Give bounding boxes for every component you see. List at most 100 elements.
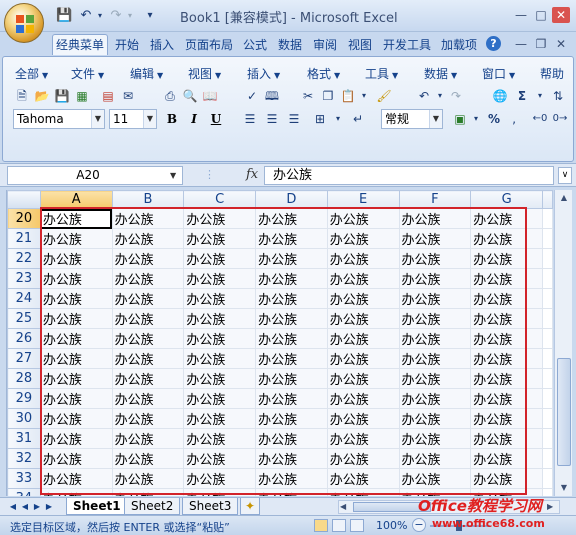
scroll-left-icon[interactable]: ◀ (340, 501, 346, 513)
column-header[interactable]: F (398, 190, 472, 209)
scroll-right-icon[interactable]: ▶ (547, 501, 553, 513)
cell[interactable]: 办公族 (39, 348, 113, 369)
menu-all[interactable]: 全部 ▼ (15, 65, 48, 82)
cell[interactable]: 办公族 (39, 268, 113, 289)
cell[interactable]: 办公族 (326, 228, 400, 249)
cell[interactable]: 办公族 (326, 288, 400, 309)
select-all-button[interactable] (7, 190, 41, 209)
cell[interactable]: 办公族 (183, 408, 257, 429)
last-sheet-icon[interactable]: ▶ (44, 500, 54, 514)
cell[interactable]: 办公族 (398, 428, 472, 449)
cell[interactable]: 办公族 (255, 468, 328, 489)
cell[interactable]: 办公族 (183, 208, 257, 229)
cell[interactable]: 办公族 (183, 488, 257, 496)
cell[interactable]: 办公族 (111, 428, 185, 449)
cell[interactable]: 办公族 (39, 288, 113, 309)
cell[interactable]: 办公族 (398, 288, 472, 309)
cell[interactable]: 办公族 (326, 488, 400, 496)
normal-view-button[interactable] (314, 519, 328, 532)
cell[interactable]: 办公族 (470, 208, 543, 229)
cell[interactable]: 办公族 (470, 328, 543, 349)
cell[interactable] (542, 488, 553, 496)
column-header[interactable]: B (111, 190, 185, 209)
cell[interactable]: 办公族 (255, 248, 328, 269)
cell[interactable]: 办公族 (111, 408, 185, 429)
cell[interactable] (542, 328, 553, 349)
expand-formula-icon[interactable]: ∨ (558, 167, 572, 184)
cell[interactable]: 办公族 (183, 448, 257, 469)
cell[interactable]: 办公族 (183, 428, 257, 449)
page-break-view-button[interactable] (350, 519, 364, 532)
cell[interactable]: 办公族 (183, 288, 257, 309)
cell[interactable]: 办公族 (255, 268, 328, 289)
cell[interactable]: 办公族 (183, 248, 257, 269)
cell[interactable] (542, 348, 553, 369)
prev-sheet-icon[interactable]: ◀ (20, 500, 30, 514)
tab-page-layout[interactable]: 页面布局 (181, 34, 237, 55)
spelling-icon[interactable]: ✓ (243, 87, 261, 105)
cell[interactable]: 办公族 (183, 328, 257, 349)
cell[interactable]: 办公族 (326, 388, 400, 409)
close-button[interactable]: ✕ (552, 7, 570, 23)
row-header[interactable]: 32 (7, 448, 41, 469)
row-header[interactable]: 26 (7, 328, 41, 349)
cell[interactable]: 办公族 (111, 388, 185, 409)
insert-sheet-icon[interactable]: ✦ (240, 498, 261, 515)
cell[interactable]: 办公族 (183, 228, 257, 249)
cell[interactable]: 办公族 (398, 228, 472, 249)
cell[interactable]: 办公族 (39, 308, 113, 329)
paste-dropdown-icon[interactable]: ▾ (355, 87, 373, 105)
workbook-minimize-button[interactable]: — (512, 36, 530, 52)
bold-button[interactable]: B (163, 109, 181, 129)
column-header[interactable] (542, 190, 553, 209)
cell[interactable]: 办公族 (326, 268, 400, 289)
menu-insert[interactable]: 插入 ▼ (247, 65, 280, 82)
zoom-level[interactable]: 100% (376, 519, 407, 532)
column-header[interactable]: E (326, 190, 400, 209)
cell[interactable]: 办公族 (39, 388, 113, 409)
tab-developer[interactable]: 开发工具 (379, 34, 435, 55)
tab-insert[interactable]: 插入 (146, 34, 178, 55)
cut-icon[interactable]: ✂ (299, 87, 317, 105)
cell[interactable] (542, 368, 553, 389)
cell[interactable]: 办公族 (326, 448, 400, 469)
cell[interactable] (542, 388, 553, 409)
next-sheet-icon[interactable]: ▶ (32, 500, 42, 514)
cell[interactable]: 办公族 (326, 248, 400, 269)
cell[interactable]: 办公族 (398, 368, 472, 389)
column-header[interactable]: G (470, 190, 543, 209)
cell[interactable]: 办公族 (398, 248, 472, 269)
insert-function-button[interactable]: fx (246, 167, 258, 182)
decrease-decimal-icon[interactable]: 0→ (551, 110, 569, 128)
cell[interactable]: 办公族 (326, 428, 400, 449)
cell[interactable]: 办公族 (326, 368, 400, 389)
tab-review[interactable]: 审阅 (309, 34, 341, 55)
column-header[interactable]: A (39, 190, 113, 209)
cell[interactable]: 办公族 (111, 228, 185, 249)
page-layout-view-button[interactable] (332, 519, 346, 532)
cell[interactable]: 办公族 (39, 228, 113, 249)
row-header[interactable]: 25 (7, 308, 41, 329)
cell[interactable]: 办公族 (255, 328, 328, 349)
cell[interactable]: 办公族 (470, 348, 543, 369)
redo-dropdown-icon[interactable]: ▾ (122, 8, 138, 24)
workbook-close-button[interactable]: ✕ (552, 36, 570, 52)
cell[interactable] (542, 288, 553, 309)
cell[interactable]: 办公族 (255, 308, 328, 329)
cell[interactable]: 办公族 (398, 388, 472, 409)
cell[interactable]: 办公族 (470, 248, 543, 269)
row-header[interactable]: 23 (7, 268, 41, 289)
format-painter-icon[interactable]: 🖌 (375, 87, 393, 105)
cell[interactable]: 办公族 (398, 468, 472, 489)
cell[interactable]: 办公族 (255, 388, 328, 409)
workbook-restore-button[interactable]: ❐ (532, 36, 550, 52)
cell[interactable]: 办公族 (326, 328, 400, 349)
cell[interactable] (542, 408, 553, 429)
cell[interactable]: 办公族 (398, 208, 472, 229)
cell[interactable]: 办公族 (183, 268, 257, 289)
comma-style-icon[interactable]: ‚ (505, 110, 523, 128)
print-icon[interactable]: ⎙ (161, 87, 179, 105)
formula-input[interactable]: 办公族 (264, 166, 554, 185)
underline-button[interactable]: U (207, 109, 225, 129)
cell[interactable]: 办公族 (326, 208, 400, 229)
